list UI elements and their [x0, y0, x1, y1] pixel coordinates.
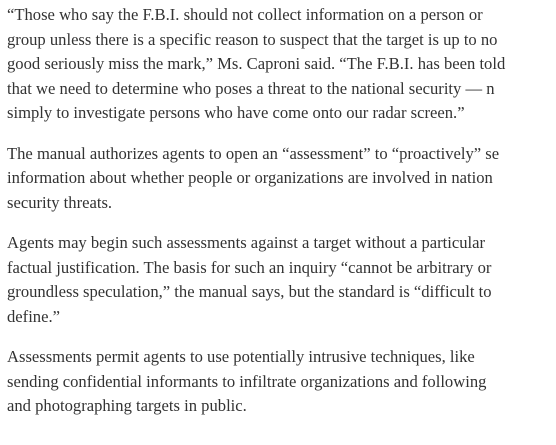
- text-line: simply to investigate persons who have c…: [7, 103, 465, 122]
- article-body: “Those who say the F.B.I. should not col…: [0, 0, 556, 445]
- paragraph-manual-assessment: The manual authorizes agents to open an …: [7, 142, 556, 216]
- text-line: good seriously miss the mark,” Ms. Capro…: [7, 54, 506, 73]
- paragraph-techniques: Assessments permit agents to use potenti…: [7, 345, 556, 419]
- text-line: group unless there is a specific reason …: [7, 29, 498, 49]
- text-line: Agents may begin such assessments agains…: [7, 233, 486, 252]
- text-line: groundless speculation,” the manual says…: [7, 282, 492, 301]
- text-line: factual justification. The basis for suc…: [7, 257, 492, 277]
- text-line: and photographing targets in public.: [7, 396, 247, 415]
- paragraph-caproni-quote: “Those who say the F.B.I. should not col…: [7, 3, 556, 126]
- text-line: define.”: [7, 306, 60, 326]
- text-line: information about whether people or orga…: [7, 168, 493, 187]
- text-line: Assessments permit agents to use potenti…: [7, 347, 475, 366]
- text-line: security threats.: [7, 192, 113, 212]
- text-line: The manual authorizes agents to open an …: [7, 143, 500, 163]
- paragraph-justification: Agents may begin such assessments agains…: [7, 231, 556, 329]
- text-line: “Those who say the F.B.I. should not col…: [7, 5, 483, 24]
- text-line: sending confidential informants to infil…: [7, 371, 487, 391]
- text-line: that we need to determine who poses a th…: [7, 78, 495, 98]
